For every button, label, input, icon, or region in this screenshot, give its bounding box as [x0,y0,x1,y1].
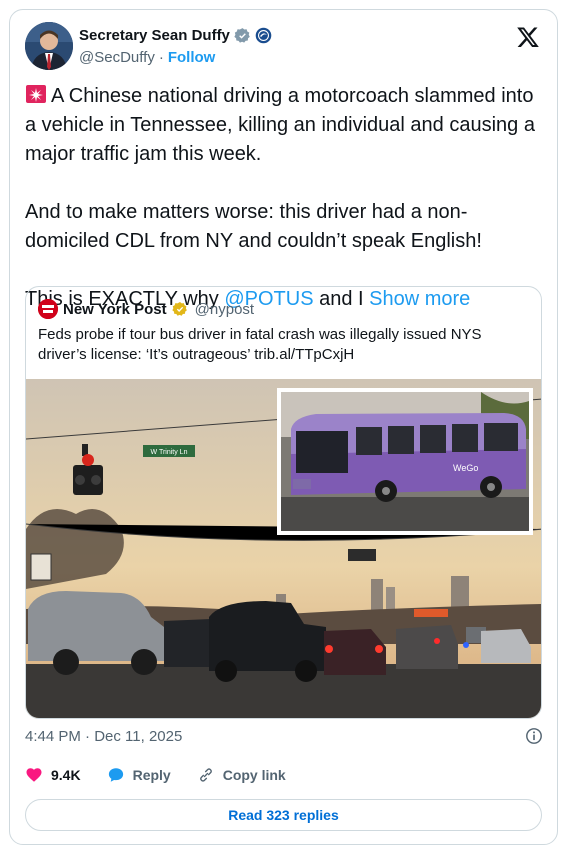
like-button[interactable]: 9.4K [25,766,81,784]
separator: · [158,49,164,66]
read-replies-button[interactable]: Read 323 replies [25,799,542,831]
quoted-tweet[interactable]: New York Post @nypost Feds probe if tour… [25,286,542,719]
like-count: 9.4K [51,767,81,783]
heart-icon [26,768,42,782]
quote-display-name[interactable]: New York Post [63,301,167,318]
bus-brand: WeGo [453,463,478,473]
avatar[interactable] [25,22,73,70]
info-icon[interactable] [525,727,543,745]
quote-handle[interactable]: @nypost [195,301,254,318]
siren-icon [26,85,46,103]
copy-link-label: Copy link [222,767,286,783]
dot-gov-badge-icon [255,27,272,44]
street-sign: W Trinity Ln [151,449,188,456]
reply-label: Reply [132,767,171,783]
x-logo-icon[interactable] [516,25,540,49]
gold-verified-badge-icon [171,302,187,316]
display-name[interactable]: Secretary Sean Duffy [79,27,230,44]
quote-text: Feds probe if tour bus driver in fatal c… [38,326,482,363]
link-icon [199,768,212,782]
handle-row: @SecDuffy · Follow [79,49,215,66]
verified-badge-icon [234,28,250,43]
tweet-card: Secretary Sean Duffy @SecDuffy · Follow … [9,9,558,845]
handle[interactable]: @SecDuffy [79,49,155,66]
timestamp[interactable]: 4:44 PM · Dec 11, 2025 [25,728,182,745]
copy-link-button[interactable]: Copy link [197,766,286,784]
tweet-text: A Chinese national driving a motorcoach … [25,82,545,314]
quote-photo[interactable]: W Trinity Ln WeGo [26,379,542,719]
tweet-paragraph-1: A Chinese national driving a motorcoach … [25,85,541,165]
nypost-logo-icon [38,299,58,319]
action-bar: 9.4K Reply Copy link [25,766,312,784]
tweet-paragraph-2: And to make matters worse: this driver h… [25,201,482,252]
reply-button[interactable]: Reply [107,766,171,784]
follow-button[interactable]: Follow [168,49,216,66]
name-row: Secretary Sean Duffy [79,27,272,44]
tweet-header: Secretary Sean Duffy @SecDuffy · Follow [25,22,542,74]
quote-header: New York Post @nypost [38,299,254,319]
reply-bubble-icon [108,768,123,782]
